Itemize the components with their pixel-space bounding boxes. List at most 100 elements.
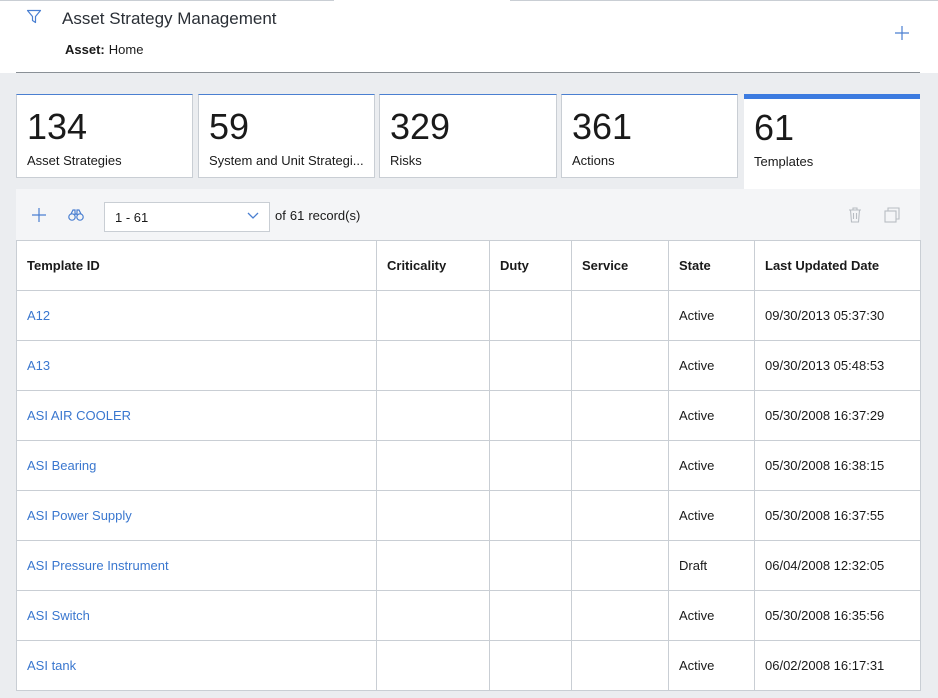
duty-cell <box>489 640 572 691</box>
service-cell <box>571 440 669 491</box>
column-header-duty[interactable]: Duty <box>489 240 572 291</box>
service-cell <box>571 640 669 691</box>
page-range-value: 1 - 61 <box>115 210 149 225</box>
asset-label: Asset: <box>65 42 105 57</box>
column-header-last-updated[interactable]: Last Updated Date <box>754 240 921 291</box>
column-header-state[interactable]: State <box>668 240 755 291</box>
template-id-cell: A13 <box>16 340 377 391</box>
asset-breadcrumb: Asset: Home <box>65 42 143 57</box>
state-cell: Active <box>668 440 755 491</box>
card-risks[interactable]: 329 Risks <box>379 94 557 178</box>
template-id-cell: ASI AIR COOLER <box>16 390 377 441</box>
state-cell: Active <box>668 490 755 541</box>
add-icon[interactable] <box>32 208 46 222</box>
service-cell <box>571 490 669 541</box>
template-id-link[interactable]: ASI AIR COOLER <box>27 408 131 423</box>
card-label: Actions <box>572 153 615 168</box>
template-id-cell: ASI Pressure Instrument <box>16 540 377 591</box>
state-cell: Active <box>668 290 755 341</box>
last-updated-cell: 06/02/2008 16:17:31 <box>754 640 921 691</box>
chevron-down-icon <box>247 212 259 219</box>
column-header-template-id[interactable]: Template ID <box>16 240 377 291</box>
grid-toolbar: 1 - 61 of 61 record(s) <box>16 189 920 240</box>
criticality-cell <box>376 290 490 341</box>
page-range-select[interactable]: 1 - 61 <box>104 202 270 232</box>
table-row: ASI Switch Active 05/30/2008 16:35:56 <box>16 590 921 641</box>
template-id-link[interactable]: ASI tank <box>27 658 76 673</box>
template-id-link[interactable]: A12 <box>27 308 50 323</box>
templates-panel: 1 - 61 of 61 record(s) Template ID Critica… <box>16 189 921 691</box>
service-cell <box>571 290 669 341</box>
state-cell: Draft <box>668 540 755 591</box>
card-count: 59 <box>209 106 250 147</box>
add-icon[interactable] <box>894 25 910 41</box>
template-id-link[interactable]: A13 <box>27 358 50 373</box>
binoculars-icon[interactable] <box>68 209 84 221</box>
column-header-criticality[interactable]: Criticality <box>376 240 490 291</box>
table-row: A13 Active 09/30/2013 05:48:53 <box>16 340 921 391</box>
card-label: Risks <box>390 153 422 168</box>
last-updated-cell: 05/30/2008 16:37:55 <box>754 490 921 541</box>
template-id-link[interactable]: ASI Switch <box>27 608 90 623</box>
last-updated-cell: 06/04/2008 12:32:05 <box>754 540 921 591</box>
last-updated-cell: 05/30/2008 16:38:15 <box>754 440 921 491</box>
criticality-cell <box>376 440 490 491</box>
copy-icon[interactable] <box>884 207 900 223</box>
criticality-cell <box>376 540 490 591</box>
total-records: 61 <box>289 208 305 223</box>
card-actions[interactable]: 361 Actions <box>561 94 738 178</box>
state-cell: Active <box>668 340 755 391</box>
card-count: 361 <box>572 106 633 147</box>
criticality-cell <box>376 590 490 641</box>
card-label: System and Unit Strategi... <box>209 153 364 168</box>
summary-cards: 134 Asset Strategies 59 System and Unit … <box>16 94 920 189</box>
template-id-cell: ASI tank <box>16 640 377 691</box>
service-cell <box>571 590 669 641</box>
service-cell <box>571 340 669 391</box>
last-updated-cell: 09/30/2013 05:48:53 <box>754 340 921 391</box>
card-count: 329 <box>390 106 451 147</box>
table-row: ASI Pressure Instrument Draft 06/04/2008… <box>16 540 921 591</box>
page-title: Asset Strategy Management <box>62 9 277 28</box>
last-updated-cell: 05/30/2008 16:35:56 <box>754 590 921 641</box>
table-row: ASI Bearing Active 05/30/2008 16:38:15 <box>16 440 921 491</box>
records-label: record(s) <box>308 208 361 223</box>
card-count: 134 <box>27 106 88 147</box>
duty-cell <box>489 590 572 641</box>
card-templates[interactable]: 61 Templates <box>744 94 920 189</box>
card-system-unit-strategies[interactable]: 59 System and Unit Strategi... <box>198 94 375 178</box>
criticality-cell <box>376 490 490 541</box>
card-label: Asset Strategies <box>27 153 122 168</box>
duty-cell <box>489 340 572 391</box>
state-cell: Active <box>668 640 755 691</box>
duty-cell <box>489 440 572 491</box>
last-updated-cell: 09/30/2013 05:37:30 <box>754 290 921 341</box>
template-id-link[interactable]: ASI Bearing <box>27 458 96 473</box>
card-asset-strategies[interactable]: 134 Asset Strategies <box>16 94 193 178</box>
duty-cell <box>489 290 572 341</box>
card-count: 61 <box>754 107 795 148</box>
template-id-cell: ASI Switch <box>16 590 377 641</box>
duty-cell <box>489 540 572 591</box>
criticality-cell <box>376 640 490 691</box>
criticality-cell <box>376 340 490 391</box>
template-id-cell: ASI Bearing <box>16 440 377 491</box>
table-header-row: Template ID Criticality Duty Service Sta… <box>16 240 921 291</box>
table-row: ASI Power Supply Active 05/30/2008 16:37… <box>16 490 921 541</box>
state-cell: Active <box>668 390 755 441</box>
of-label: of <box>275 208 286 223</box>
table-row: ASI AIR COOLER Active 05/30/2008 16:37:2… <box>16 390 921 441</box>
card-label: Templates <box>754 154 814 169</box>
duty-cell <box>489 390 572 441</box>
template-id-link[interactable]: ASI Pressure Instrument <box>27 558 169 573</box>
criticality-cell <box>376 390 490 441</box>
column-header-service[interactable]: Service <box>571 240 669 291</box>
page-header: Asset Strategy Management Asset: Home <box>0 1 938 73</box>
filter-icon[interactable] <box>26 9 42 25</box>
template-id-link[interactable]: ASI Power Supply <box>27 508 132 523</box>
service-cell <box>571 540 669 591</box>
service-cell <box>571 390 669 441</box>
trash-icon[interactable] <box>848 207 862 223</box>
table-row: A12 Active 09/30/2013 05:37:30 <box>16 290 921 341</box>
asset-value: Home <box>108 42 144 57</box>
